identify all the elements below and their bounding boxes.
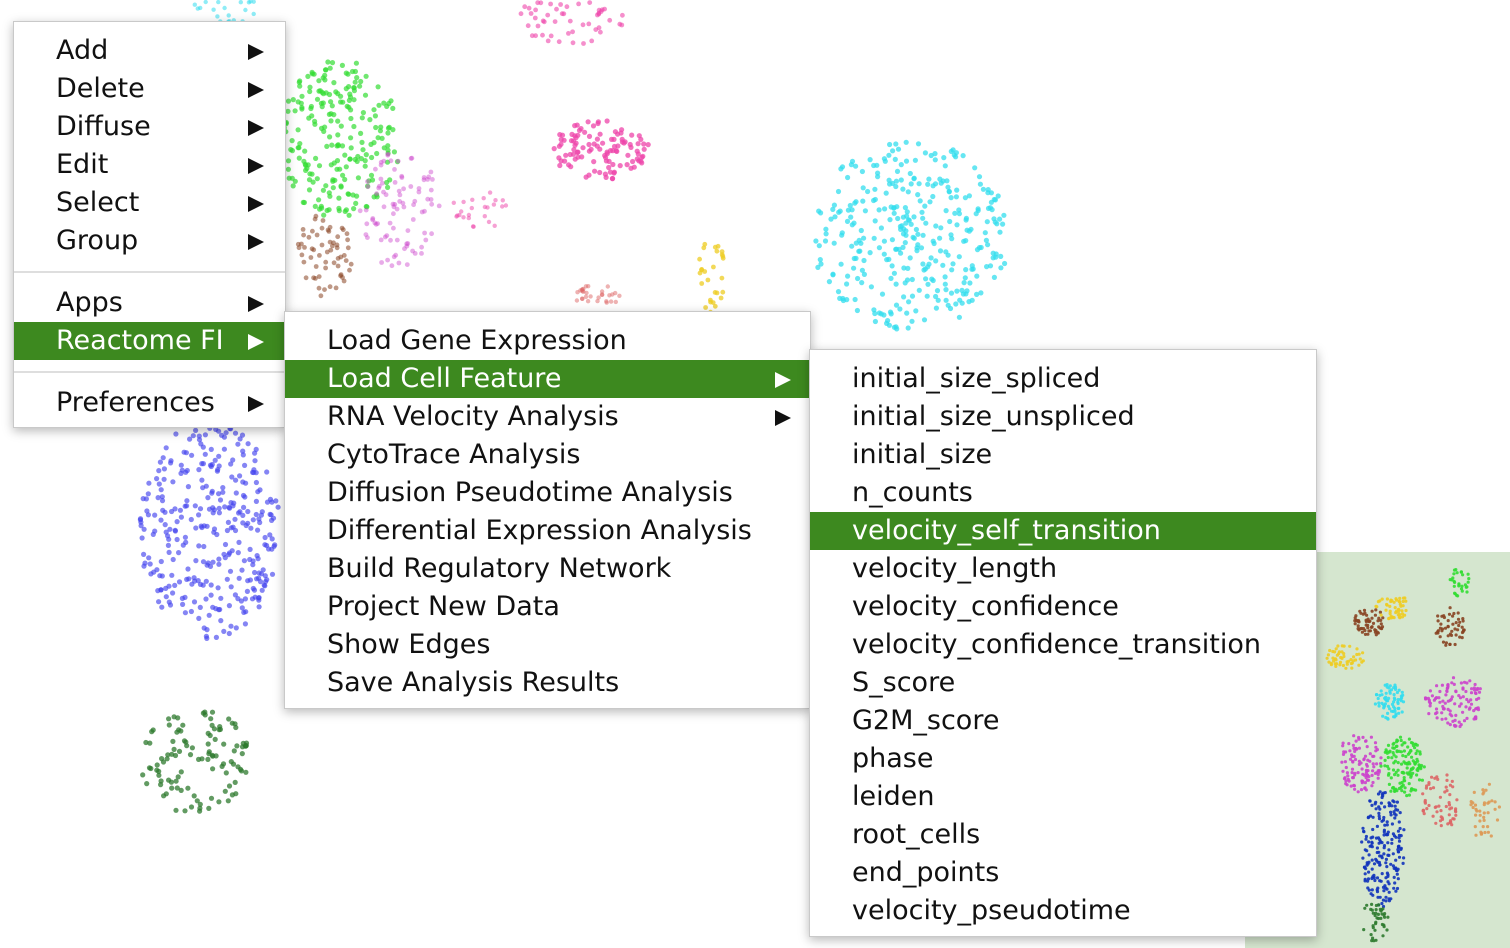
submenu-arrow-icon [248,334,264,350]
load-cell-feature-submenu: initial_size_spliced initial_size_unsplic… [809,349,1317,937]
menu-item-apps[interactable]: Apps [14,284,285,322]
menu-item-label: Edit [56,149,109,180]
menu-item-leiden[interactable]: leiden [810,778,1316,816]
menu-item-label: leiden [852,781,935,812]
menu-item-rna-velocity-analysis[interactable]: RNA Velocity Analysis [285,398,810,436]
menu-item-label: end_points [852,857,1000,888]
menu-item-differential-expression-analysis[interactable]: Differential Expression Analysis [285,512,810,550]
menu-item-project-new-data[interactable]: Project New Data [285,588,810,626]
submenu-arrow-icon [248,196,264,212]
menu-item-label: root_cells [852,819,981,850]
menu-item-label: phase [852,743,934,774]
menu-item-initial-size-spliced[interactable]: initial_size_spliced [810,360,1316,398]
menu-item-velocity-confidence[interactable]: velocity_confidence [810,588,1316,626]
submenu-arrow-icon [248,296,264,312]
menu-item-label: Add [56,35,109,66]
menu-item-label: S_score [852,667,956,698]
menu-item-label: Differential Expression Analysis [327,515,752,546]
menu-item-label: Preferences [56,387,215,418]
menu-item-diffuse[interactable]: Diffuse [14,108,285,146]
menu-item-cytotrace-analysis[interactable]: CytoTrace Analysis [285,436,810,474]
menu-item-load-gene-expression[interactable]: Load Gene Expression [285,322,810,360]
submenu-arrow-icon [248,82,264,98]
submenu-arrow-icon [248,158,264,174]
menu-item-preferences[interactable]: Preferences [14,384,285,422]
menu-item-label: initial_size_spliced [852,363,1101,394]
menu-item-initial-size-unspliced[interactable]: initial_size_unspliced [810,398,1316,436]
menu-item-label: initial_size_unspliced [852,401,1135,432]
menu-item-add[interactable]: Add [14,32,285,70]
menu-item-label: CytoTrace Analysis [327,439,581,470]
menu-item-label: initial_size [852,439,993,470]
menu-item-diffusion-pseudotime-analysis[interactable]: Diffusion Pseudotime Analysis [285,474,810,512]
menu-item-label: velocity_self_transition [852,515,1161,546]
menu-item-velocity-self-transition[interactable]: velocity_self_transition [810,512,1316,550]
menu-item-label: Select [56,187,140,218]
menu-item-select[interactable]: Select [14,184,285,222]
menu-separator [14,360,285,384]
menu-item-label: Save Analysis Results [327,667,620,698]
submenu-arrow-icon [248,396,264,412]
menu-item-label: Show Edges [327,629,491,660]
submenu-arrow-icon [775,410,791,426]
menu-item-delete[interactable]: Delete [14,70,285,108]
menu-item-velocity-length[interactable]: velocity_length [810,550,1316,588]
menu-item-build-regulatory-network[interactable]: Build Regulatory Network [285,550,810,588]
menu-item-label: Project New Data [327,591,560,622]
context-menu: Add Delete Diffuse Edit Select Group App… [13,21,286,428]
menu-item-end-points[interactable]: end_points [810,854,1316,892]
menu-item-save-analysis-results[interactable]: Save Analysis Results [285,664,810,702]
menu-item-label: velocity_length [852,553,1058,584]
reactome-fi-submenu: Load Gene Expression Load Cell Feature RNA… [284,311,811,709]
menu-item-reactome-fi[interactable]: Reactome FI [14,322,285,360]
menu-separator [14,260,285,284]
menu-item-label: Diffusion Pseudotime Analysis [327,477,733,508]
submenu-arrow-icon [775,372,791,388]
menu-item-phase[interactable]: phase [810,740,1316,778]
menu-item-label: G2M_score [852,705,1000,736]
menu-item-g2m-score[interactable]: G2M_score [810,702,1316,740]
menu-item-label: RNA Velocity Analysis [327,401,619,432]
menu-item-label: velocity_confidence [852,591,1119,622]
menu-item-velocity-confidence-transition[interactable]: velocity_confidence_transition [810,626,1316,664]
menu-item-velocity-pseudotime[interactable]: velocity_pseudotime [810,892,1316,930]
menu-item-n-counts[interactable]: n_counts [810,474,1316,512]
submenu-arrow-icon [248,234,264,250]
menu-item-label: Group [56,225,139,256]
menu-item-load-cell-feature[interactable]: Load Cell Feature [285,360,810,398]
menu-item-label: Delete [56,73,145,104]
menu-item-root-cells[interactable]: root_cells [810,816,1316,854]
submenu-arrow-icon [248,44,264,60]
menu-item-label: Diffuse [56,111,151,142]
menu-item-s-score[interactable]: S_score [810,664,1316,702]
menu-item-edit[interactable]: Edit [14,146,285,184]
menu-item-show-edges[interactable]: Show Edges [285,626,810,664]
menu-item-label: velocity_pseudotime [852,895,1131,926]
menu-item-label: Load Gene Expression [327,325,627,356]
menu-item-label: velocity_confidence_transition [852,629,1261,660]
menu-item-label: n_counts [852,477,973,508]
menu-item-initial-size[interactable]: initial_size [810,436,1316,474]
menu-item-label: Reactome FI [56,325,224,356]
menu-item-label: Load Cell Feature [327,363,562,394]
menu-item-label: Apps [56,287,123,318]
menu-item-label: Build Regulatory Network [327,553,672,584]
submenu-arrow-icon [248,120,264,136]
menu-item-group[interactable]: Group [14,222,285,260]
